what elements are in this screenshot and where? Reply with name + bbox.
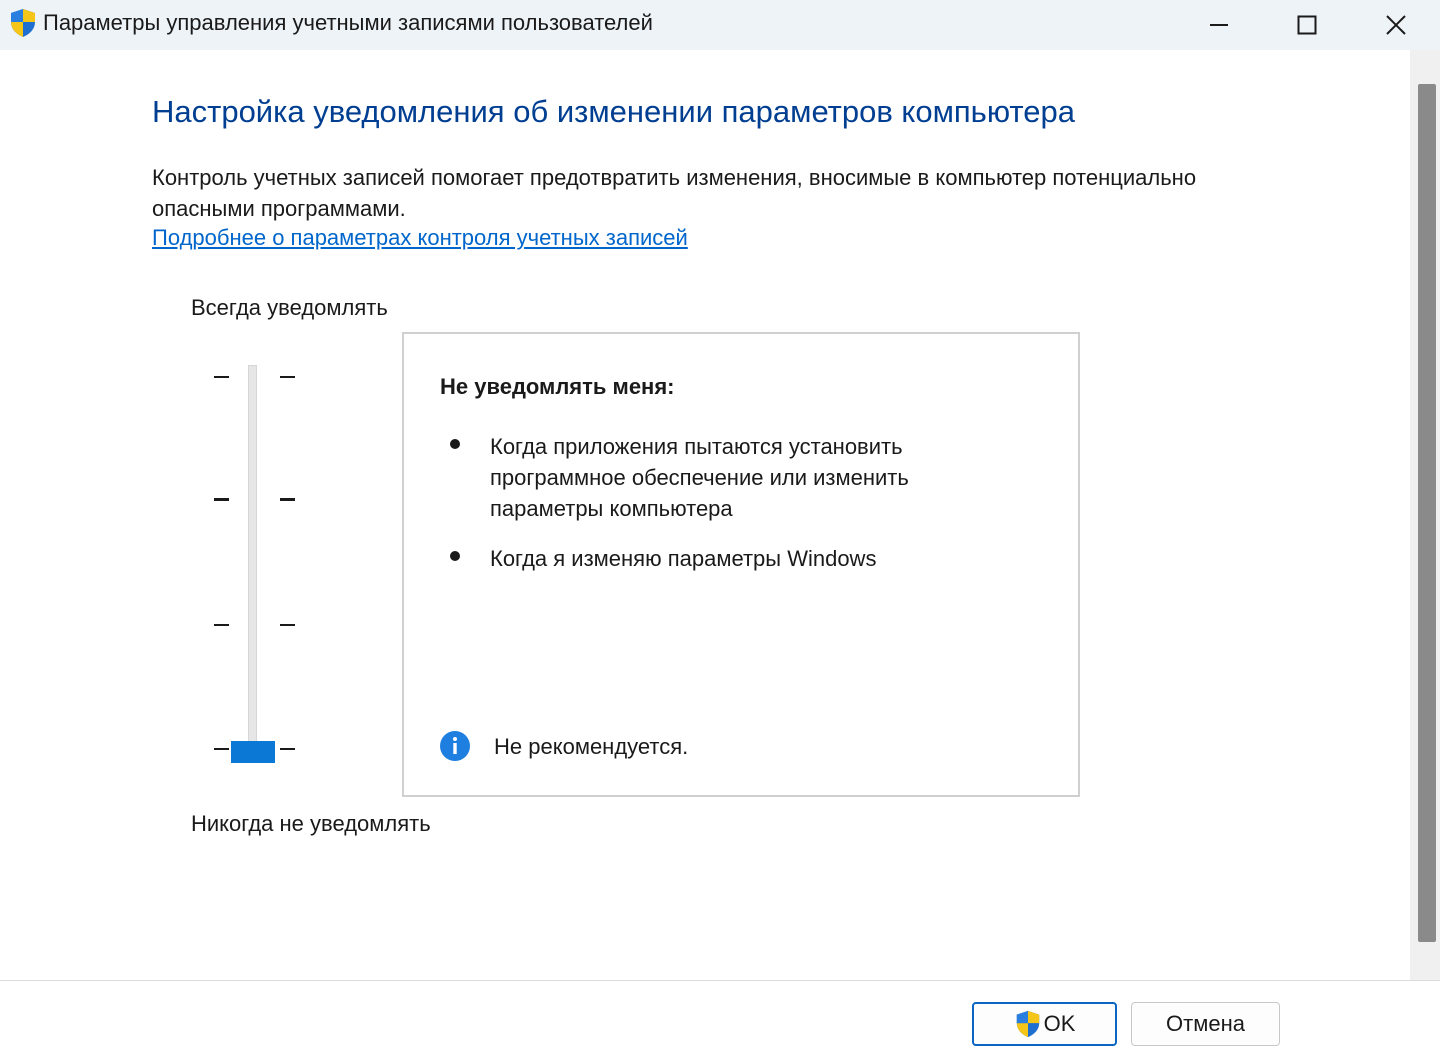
scrollbar-thumb[interactable] <box>1418 84 1436 942</box>
info-icon <box>440 731 470 761</box>
ok-button[interactable]: OK <box>972 1002 1117 1046</box>
slider-tick <box>214 498 229 501</box>
page-heading: Настройка уведомления об изменении парам… <box>152 94 1075 129</box>
ok-button-label: OK <box>1043 1011 1076 1036</box>
slider-top-label: Всегда уведомлять <box>191 295 388 320</box>
bullet-item: Когда я изменяю параметры Windows <box>490 546 877 571</box>
minimize-icon <box>1210 24 1228 26</box>
cancel-button[interactable]: Отмена <box>1131 1002 1280 1046</box>
uac-shield-icon <box>11 9 35 37</box>
bullet-icon <box>450 439 460 449</box>
slider-tick <box>280 748 295 750</box>
slider-tick <box>214 376 229 378</box>
learn-more-link[interactable]: Подробнее о параметрах контроля учетных … <box>152 225 688 251</box>
notification-slider-track[interactable] <box>248 365 257 755</box>
title-bar: Параметры управления учетными записями п… <box>0 0 1440 50</box>
slider-tick <box>280 376 295 378</box>
uac-shield-icon <box>1016 1010 1039 1038</box>
slider-tick <box>280 498 295 501</box>
notification-slider-thumb[interactable] <box>231 741 275 763</box>
window-title: Параметры управления учетными записями п… <box>43 10 653 35</box>
description-text: Контроль учетных записей помогает предот… <box>152 165 1197 221</box>
slider-tick <box>214 624 229 626</box>
minimize-button[interactable] <box>1175 0 1263 50</box>
vertical-scrollbar[interactable] <box>1410 50 1440 980</box>
slider-tick <box>214 748 229 750</box>
bullet-item: Когда приложения пытаются установить про… <box>490 434 909 521</box>
slider-tick <box>280 624 295 626</box>
close-button[interactable] <box>1352 0 1440 50</box>
level-title: Не уведомлять меня: <box>440 374 675 399</box>
maximize-icon <box>1297 15 1317 35</box>
footer-divider <box>0 980 1440 981</box>
level-description-box: Не уведомлять меня: Когда приложения пыт… <box>402 332 1080 797</box>
close-icon <box>1386 15 1406 35</box>
recommendation-note: Не рекомендуется. <box>494 734 689 759</box>
bullet-icon <box>450 551 460 561</box>
maximize-button[interactable] <box>1263 0 1351 50</box>
slider-bottom-label: Никогда не уведомлять <box>191 811 431 836</box>
